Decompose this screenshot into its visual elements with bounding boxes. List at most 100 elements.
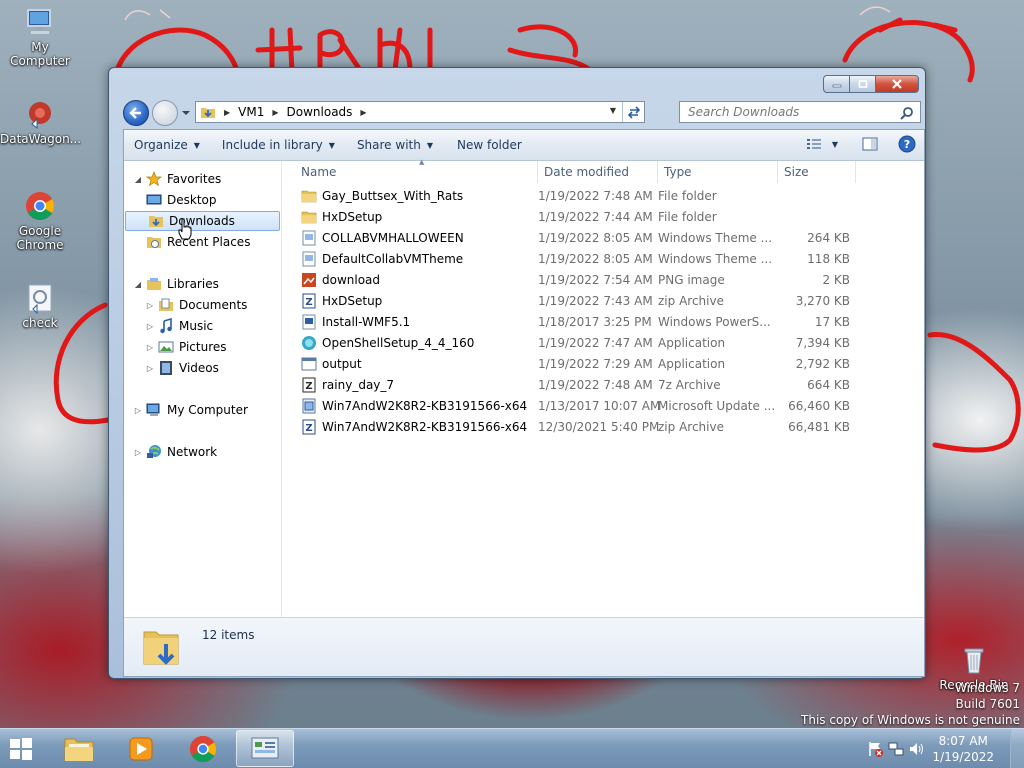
nav-recent-places[interactable]: Recent Places xyxy=(124,232,280,252)
expand-arrow-icon[interactable]: ▷ xyxy=(144,343,156,352)
nav-network[interactable]: ▷ Network xyxy=(124,442,280,462)
file-name-cell[interactable]: Gay_Buttsex_With_Rats xyxy=(283,188,538,204)
refresh-button[interactable] xyxy=(622,102,644,122)
expand-arrow-icon[interactable]: ▷ xyxy=(144,301,156,310)
chevron-down-icon[interactable]: ▼ xyxy=(832,140,838,149)
file-name-cell[interactable]: HxDSetup xyxy=(283,209,538,225)
file-name-cell[interactable]: Install-WMF5.1 xyxy=(283,314,538,330)
show-desktop-button[interactable] xyxy=(1010,729,1024,768)
nav-pictures[interactable]: ▷ Pictures xyxy=(124,337,280,357)
breadcrumb-separator-icon[interactable]: ▶ xyxy=(272,108,278,117)
column-header-type[interactable]: Type xyxy=(658,161,778,183)
svg-text:Z: Z xyxy=(305,423,312,434)
nav-downloads[interactable]: Downloads xyxy=(125,211,280,231)
search-icon[interactable] xyxy=(900,106,914,120)
volume-icon[interactable] xyxy=(908,741,924,757)
file-name-cell[interactable]: COLLABVMHALLOWEEN xyxy=(283,230,538,246)
file-name-cell[interactable]: Win7AndW2K8R2-KB3191566-x64 xyxy=(283,398,538,414)
help-button[interactable]: ? xyxy=(898,135,916,153)
file-row[interactable]: Gay_Buttsex_With_Rats 1/19/2022 7:48 AM Fi… xyxy=(283,185,924,206)
expand-arrow-icon[interactable]: ▷ xyxy=(132,448,144,457)
file-row[interactable]: Win7AndW2K8R2-KB3191566-x64 1/13/2017 10:… xyxy=(283,395,924,416)
column-header-name[interactable]: Name xyxy=(283,161,538,183)
minimize-button[interactable] xyxy=(823,75,849,93)
file-row[interactable]: DefaultCollabVMTheme 1/19/2022 8:05 AM Win… xyxy=(283,248,924,269)
nav-libraries[interactable]: ◢ Libraries xyxy=(124,274,280,294)
file-size: 664 KB xyxy=(807,377,850,392)
nav-favorites[interactable]: ◢ Favorites xyxy=(124,169,280,189)
start-button[interactable] xyxy=(0,729,42,768)
file-row[interactable]: Install-WMF5.1 1/18/2017 3:25 PM Windows P… xyxy=(283,311,924,332)
preview-pane-button[interactable] xyxy=(862,137,878,151)
nav-documents[interactable]: ▷ Documents xyxy=(124,295,280,315)
search-input[interactable]: Search Downloads xyxy=(679,101,921,123)
file-row[interactable]: Zrainy_day_7 1/19/2022 7:48 AM 7z Archive 6… xyxy=(283,374,924,395)
action-center-warning-icon[interactable] xyxy=(868,741,884,757)
file-name-cell[interactable]: DefaultCollabVMTheme xyxy=(283,251,538,267)
file-row[interactable]: Z HxDSetup 1/19/2022 7:43 AM zip Archive 3,2… xyxy=(283,290,924,311)
zip-archive-icon: Z xyxy=(302,293,316,308)
file-type: zip Archive xyxy=(658,419,724,434)
file-row[interactable]: download 1/19/2022 7:54 AM PNG image 2 KB xyxy=(283,269,924,290)
desktop-icon-google-chrome[interactable]: Google Chrome xyxy=(0,190,80,252)
network-icon[interactable] xyxy=(888,741,904,757)
address-history-chevron-down-icon[interactable]: ▼ xyxy=(610,106,616,115)
file-name-cell[interactable]: download xyxy=(283,272,538,288)
organize-menu-button[interactable]: Organize ▼ xyxy=(134,138,200,152)
file-name-cell[interactable]: Zrainy_day_7 xyxy=(283,377,538,393)
file-row[interactable]: HxDSetup 1/19/2022 7:44 AM File folder xyxy=(283,206,924,227)
column-header-size[interactable]: Size xyxy=(778,161,856,183)
breadcrumb-downloads[interactable]: Downloads xyxy=(287,105,353,119)
taskbar-media-player-button[interactable] xyxy=(112,730,170,767)
file-row[interactable]: COLLABVMHALLOWEEN 1/19/2022 8:05 AM Window… xyxy=(283,227,924,248)
breadcrumb-vm1[interactable]: VM1 xyxy=(238,105,264,119)
breadcrumb-separator-icon[interactable]: ▶ xyxy=(360,108,366,117)
back-button[interactable] xyxy=(123,100,149,126)
file-row[interactable]: OpenShellSetup_4_4_160 1/19/2022 7:47 AM A… xyxy=(283,332,924,353)
collapse-arrow-icon[interactable]: ◢ xyxy=(132,280,144,289)
desktop-icon-check[interactable]: check xyxy=(0,282,80,330)
expand-arrow-icon[interactable]: ▷ xyxy=(144,364,156,373)
file-name-cell[interactable]: Z Win7AndW2K8R2-KB3191566-x64 xyxy=(283,419,538,435)
nav-pictures-label: Pictures xyxy=(179,340,227,354)
breadcrumb-separator-icon[interactable]: ▶ xyxy=(224,108,230,117)
videos-icon xyxy=(160,361,172,375)
control-panel-icon xyxy=(251,737,279,758)
nav-videos[interactable]: ▷ Videos xyxy=(124,358,280,378)
include-in-library-button[interactable]: Include in library ▼ xyxy=(222,138,335,152)
new-folder-button[interactable]: New folder xyxy=(457,138,522,152)
refresh-icon xyxy=(627,106,640,119)
column-header-date[interactable]: Date modified xyxy=(538,161,658,183)
forward-button[interactable] xyxy=(152,100,178,126)
file-size: 66,481 KB xyxy=(788,419,850,434)
recent-pages-chevron-down-icon[interactable] xyxy=(181,107,191,119)
taskbar-chrome-button[interactable] xyxy=(174,730,232,767)
file-name-cell[interactable]: OpenShellSetup_4_4_160 xyxy=(283,335,538,351)
check-icon xyxy=(28,284,52,314)
system-tray: 8:07 AM 1/19/2022 xyxy=(854,729,1024,768)
desktop-icon-my-computer[interactable]: My Computer xyxy=(0,6,80,68)
expand-arrow-icon[interactable]: ▷ xyxy=(132,406,144,415)
close-button[interactable] xyxy=(875,75,919,93)
nav-music[interactable]: ▷ Music xyxy=(124,316,280,336)
clock[interactable]: 8:07 AM 1/19/2022 xyxy=(932,733,994,765)
nav-my-computer[interactable]: ▷ My Computer xyxy=(124,400,280,420)
nav-desktop[interactable]: Desktop xyxy=(124,190,280,210)
share-with-button[interactable]: Share with ▼ xyxy=(357,138,433,152)
file-row[interactable]: output 1/19/2022 7:29 AM Application 2,792 … xyxy=(283,353,924,374)
file-name-cell[interactable]: output xyxy=(283,356,538,372)
file-name-cell[interactable]: Z HxDSetup xyxy=(283,293,538,309)
desktop-icon-datawagon[interactable]: DataWagon... xyxy=(0,98,81,146)
downloads-folder-icon xyxy=(149,216,163,227)
file-date: 1/19/2022 8:05 AM xyxy=(538,230,653,245)
taskbar-control-panel-button[interactable] xyxy=(236,730,294,767)
expand-arrow-icon[interactable]: ▷ xyxy=(144,322,156,331)
taskbar-explorer-button[interactable] xyxy=(50,730,108,767)
file-row[interactable]: Z Win7AndW2K8R2-KB3191566-x64 12/30/2021 5… xyxy=(283,416,924,437)
file-date: 1/18/2017 3:25 PM xyxy=(538,314,652,329)
address-bar[interactable]: ▶ VM1 ▶ Downloads ▶ ▼ xyxy=(195,101,645,123)
maximize-button[interactable] xyxy=(849,75,875,93)
nav-videos-label: Videos xyxy=(179,361,219,375)
change-view-button[interactable]: ▼ xyxy=(806,137,838,151)
collapse-arrow-icon[interactable]: ◢ xyxy=(132,175,144,184)
